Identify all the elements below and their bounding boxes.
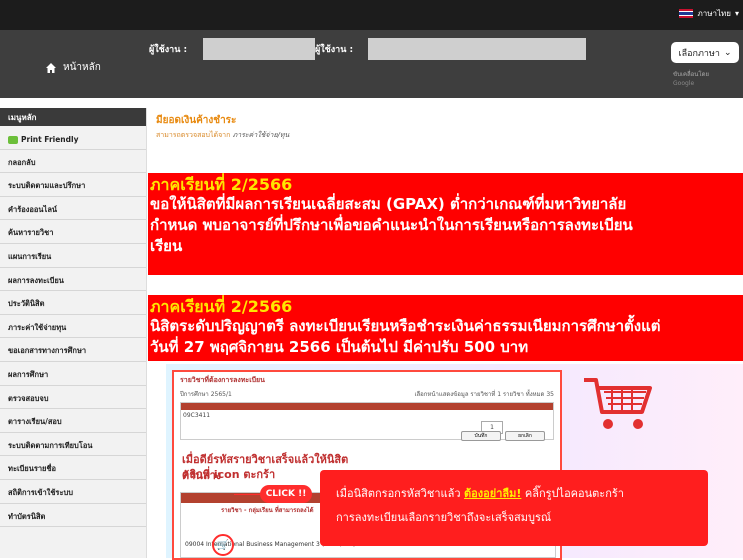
- banner-line: นิสิตระดับปริญญาตรี ลงทะเบียนเรียนหรือชำ…: [150, 317, 661, 335]
- instruction-poster: รายวิชาที่ต้องการลงทะเบียน ปีการศึกษา 25…: [166, 364, 743, 560]
- sidebar-item-transfer-tracking[interactable]: ระบบติดตามการเทียบโอน: [0, 433, 146, 457]
- frame-title: รายวิชาที่ต้องการลงทะเบียน: [180, 376, 265, 384]
- term-row-left: ปีการศึกษา 2565/1: [180, 391, 232, 398]
- speech-text-c: คลิ๊กรูปไอคอนตะกร้า: [524, 487, 624, 500]
- table-header: [181, 403, 553, 410]
- home-link[interactable]: หน้าหลัก: [45, 60, 101, 75]
- sidebar-item-back[interactable]: กลอกลับ: [0, 150, 146, 174]
- course-code: 09C3411: [183, 412, 211, 419]
- print-icon: [8, 135, 18, 144]
- save-button: บันทึก: [461, 431, 501, 441]
- sidebar-item-course-search[interactable]: ค้นหารายวิชา: [0, 220, 146, 244]
- language-label: ภาษาไทย: [697, 9, 731, 18]
- sidebar-item-expenses[interactable]: ภาระค่าใช้จ่ายทุน: [0, 315, 146, 339]
- chevron-down-icon: ▾: [734, 9, 739, 18]
- notice-subtitle: สามารถตรวจสอบได้จาก ภาระค่าใช้จ่าย/ทุน: [156, 130, 289, 141]
- sidebar-item-online-request[interactable]: คำร้องออนไลน์: [0, 197, 146, 221]
- sidebar-item-grades[interactable]: ผลการศึกษา: [0, 362, 146, 386]
- language-select[interactable]: เลือกภาษา ⌄: [671, 42, 739, 63]
- thai-flag-icon: [679, 9, 694, 18]
- sidebar-item-student-profile[interactable]: ประวัตินิสิต: [0, 291, 146, 315]
- pointer-line: [234, 494, 262, 495]
- notice-subtitle-text: สามารถตรวจสอบได้จาก: [156, 131, 231, 139]
- sidebar-item-study-plan[interactable]: แผนการเรียน: [0, 244, 146, 268]
- powered-by: ขับเคลื่อนโดย Google: [673, 70, 709, 88]
- language-switcher[interactable]: ภาษาไทย ▾: [679, 7, 739, 20]
- user-label-2: ผู้ใช้งาน :: [315, 45, 354, 55]
- user-label-1: ผู้ใช้งาน :: [149, 45, 188, 55]
- sidebar-item-name-register[interactable]: ทะเบียนรายชื่อ: [0, 456, 146, 480]
- top-bar: ภาษาไทย ▾: [0, 0, 743, 30]
- banner-line: เรียน: [150, 237, 183, 255]
- sidebar-item-registration-result[interactable]: ผลการลงทะเบียน: [0, 268, 146, 292]
- speech-callout: เมื่อนิสิตกรอกรหัสวิชาแล้ว ต้องอย่าลืม! …: [320, 470, 708, 546]
- speech-line-2: การลงทะเบียนเลือกรายวิชาถึงจะเสร็จสมบูรณ…: [336, 511, 552, 524]
- main-content: มียอดเงินค้างชำระ สามารถตรวจสอบได้จาก ภา…: [148, 108, 743, 560]
- shopping-cart-icon: [584, 378, 652, 429]
- sidebar-item-advising[interactable]: ระบบติดตามและปรึกษา: [0, 173, 146, 197]
- frame-instruction-2: ด้านล่าง: [182, 469, 222, 482]
- sidebar-item-graduation-check[interactable]: ตรวจสอบจบ: [0, 386, 146, 410]
- sidebar: เมนูหลัก Print Friendly กลอกลับ ระบบติดต…: [0, 108, 147, 558]
- announcement-banner-late-fee: ภาคเรียนที่ 2/2566 นิสิตระดับปริญญาตรี ล…: [148, 295, 743, 361]
- sidebar-item-student-card[interactable]: ทำบัตรนิสิต: [0, 504, 146, 528]
- term-row-right: เลือกหน้าแสดงข้อมูล รายวิชาที่ 1 รายวิชา…: [414, 391, 554, 398]
- sidebar-heading: เมนูหลัก: [0, 108, 146, 126]
- banner-line: วันที่ 27 พฤศจิกายน 2566 เป็นต้นไป มีค่า…: [150, 338, 529, 356]
- redacted-user-1: [203, 38, 315, 60]
- sidebar-item-label: Print Friendly: [21, 135, 79, 145]
- sidebar-item-usage-stats[interactable]: สถิติการเข้าใช้ระบบ: [0, 480, 146, 504]
- powered-by-label: ขับเคลื่อนโดย: [673, 71, 709, 78]
- cancel-button: ยกเลิก: [505, 431, 545, 441]
- banner-line: กำหนด พบอาจารย์ที่ปรึกษาเพื่อขอคำแนะนำใน…: [150, 216, 633, 234]
- outstanding-payment-notice: มียอดเงินค้างชำระ สามารถตรวจสอบได้จาก ภา…: [156, 113, 289, 141]
- sidebar-item-documents[interactable]: ขอเอกสารทางการศึกษา: [0, 338, 146, 362]
- click-callout: CLICK !!: [260, 485, 312, 503]
- sidebar-item-print-friendly[interactable]: Print Friendly: [0, 126, 146, 150]
- sidebar-item-timetable[interactable]: ตารางเรียน/สอบ: [0, 409, 146, 433]
- speech-emphasis: ต้องอย่าลืม!: [464, 487, 522, 500]
- speech-line-1: เมื่อนิสิตกรอกรหัสวิชาแล้ว ต้องอย่าลืม! …: [336, 482, 708, 506]
- speech-text-a: เมื่อนิสิตกรอกรหัสวิชาแล้ว: [336, 487, 461, 500]
- expenses-link[interactable]: ภาระค่าใช้จ่าย/ทุน: [233, 131, 290, 139]
- cart-icon-highlight: 🛒: [212, 534, 234, 556]
- term-row: ปีการศึกษา 2565/1 เลือกหน้าแสดงข้อมูล รา…: [174, 389, 560, 399]
- banner-line: ขอให้นิสิตที่มีผลการเรียนเฉลี่ยสะสม (GPA…: [150, 195, 627, 213]
- header: หน้าหลัก ผู้ใช้งาน : ผู้ใช้งาน : เลือกภา…: [0, 30, 743, 98]
- chevron-down-icon: ⌄: [723, 47, 732, 58]
- announcement-banner-gpax: ภาคเรียนที่ 2/2566 ขอให้นิสิตที่มีผลการเ…: [148, 173, 743, 275]
- google-logo: Google: [673, 80, 695, 87]
- language-select-label: เลือกภาษา: [678, 48, 720, 59]
- redacted-user-2: [368, 38, 586, 60]
- home-icon: [46, 62, 56, 73]
- notice-title: มียอดเงินค้างชำระ: [156, 115, 237, 126]
- frame-buttons: บันทึก ยกเลิก: [461, 431, 545, 441]
- banner-term: ภาคเรียนที่ 2/2566: [150, 297, 293, 316]
- home-label: หน้าหลัก: [63, 62, 101, 73]
- banner-term: ภาคเรียนที่ 2/2566: [150, 175, 293, 194]
